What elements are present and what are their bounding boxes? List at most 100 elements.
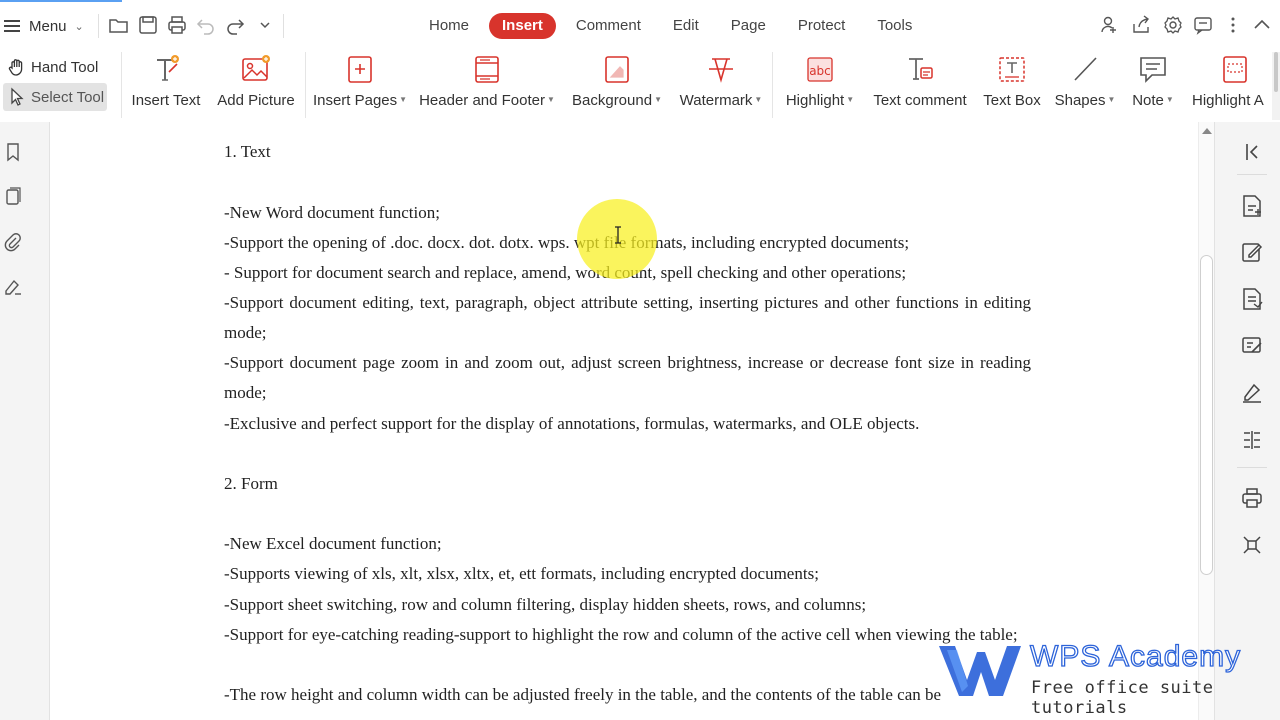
shapes-label: Shapes ▼ xyxy=(1054,92,1116,109)
insert-pages-label: Insert Pages ▼ xyxy=(312,92,408,109)
hand-tool-button[interactable]: Hand Tool xyxy=(3,53,107,81)
compare-icon[interactable] xyxy=(1240,428,1264,452)
redo-icon[interactable] xyxy=(224,14,246,36)
window-tab-indicator xyxy=(0,0,122,2)
tab-edit[interactable]: Edit xyxy=(657,13,715,39)
divider xyxy=(1237,467,1267,468)
doc-line: -Supports viewing of xls, xlt, xlsx, xlt… xyxy=(224,564,819,583)
left-navigation-panel xyxy=(0,122,50,720)
select-tool-button[interactable]: Select Tool xyxy=(3,83,107,111)
scrollbar-thumb[interactable] xyxy=(1200,255,1213,575)
ribbon-tabs: Home Insert Comment Edit Page Protect To… xyxy=(413,13,928,39)
open-folder-icon[interactable] xyxy=(108,14,130,36)
section-heading-text: 1. Text xyxy=(224,142,271,161)
collapse-ribbon-icon[interactable] xyxy=(1252,15,1272,35)
bookmark-icon[interactable] xyxy=(3,142,23,162)
highlight-area-button[interactable]: Highlight A xyxy=(1190,52,1272,122)
doc-line: -The row height and column width can be … xyxy=(224,685,942,704)
add-picture-label: Add Picture xyxy=(217,92,295,109)
pdf-to-word-icon[interactable] xyxy=(1240,194,1264,218)
collapse-panel-icon[interactable] xyxy=(1240,140,1264,164)
insert-text-button[interactable]: Insert Text xyxy=(131,52,201,122)
divider xyxy=(772,52,773,118)
text-box-button[interactable]: Text Box xyxy=(981,52,1043,122)
doc-paragraph: -Support for eye-catching reading-suppor… xyxy=(224,625,1018,644)
export-icon[interactable] xyxy=(1131,15,1151,35)
tab-tools[interactable]: Tools xyxy=(861,13,928,39)
watermark-icon xyxy=(706,54,736,84)
main-menu-button[interactable]: Menu ⌄ xyxy=(4,14,84,38)
document-page[interactable]: 1. Text -New Word document function; -Su… xyxy=(50,122,1198,720)
header-footer-button[interactable]: Header and Footer ▼ xyxy=(417,52,557,122)
thumbnails-icon[interactable] xyxy=(3,187,23,207)
dropdown-caret-icon: ▼ xyxy=(547,95,555,104)
select-tool-label: Select Tool xyxy=(31,88,105,106)
watermark-label: Watermark ▼ xyxy=(679,92,763,109)
dropdown-caret-icon: ▼ xyxy=(1165,95,1174,104)
attachment-icon[interactable] xyxy=(3,232,23,252)
header-footer-icon xyxy=(472,54,502,84)
tab-page[interactable]: Page xyxy=(715,13,782,39)
more-icon[interactable] xyxy=(1223,15,1243,35)
watermark-button[interactable]: Watermark ▼ xyxy=(677,52,765,122)
add-picture-button[interactable]: Add Picture xyxy=(214,52,298,122)
top-menu-bar: Menu ⌄ Home Insert Comment Edit Page Pro… xyxy=(0,0,1280,52)
wps-academy-title: WPS Academy xyxy=(1029,639,1242,673)
share-user-icon[interactable] xyxy=(1099,15,1119,35)
wps-academy-logo xyxy=(939,646,1021,696)
divider xyxy=(1237,174,1267,175)
dropdown-caret-icon: ▼ xyxy=(399,95,408,104)
shapes-button[interactable]: Shapes ▼ xyxy=(1054,52,1116,122)
chevron-down-icon: ⌄ xyxy=(74,20,84,33)
dropdown-caret-icon: ▼ xyxy=(846,95,855,104)
text-comment-icon xyxy=(905,54,935,84)
hand-icon xyxy=(8,59,23,76)
note-button[interactable]: Note ▼ xyxy=(1129,52,1177,122)
highlight-label: Highlight ▼ xyxy=(785,92,855,109)
annotate-icon[interactable] xyxy=(1240,334,1264,358)
save-icon[interactable] xyxy=(137,14,159,36)
dropdown-caret-icon: ▼ xyxy=(754,95,763,104)
background-button[interactable]: Background ▼ xyxy=(570,52,664,122)
signature-icon[interactable] xyxy=(3,277,23,297)
dropdown-caret-icon: ▼ xyxy=(1107,95,1116,104)
text-comment-button[interactable]: Text comment xyxy=(870,52,970,122)
text-cursor-icon xyxy=(615,226,621,244)
highlight-button[interactable]: abc Highlight ▼ xyxy=(781,52,859,122)
doc-line: -Support sheet switching, row and column… xyxy=(224,595,867,614)
print-icon[interactable] xyxy=(166,14,188,36)
chat-icon[interactable] xyxy=(1193,15,1213,35)
tab-home[interactable]: Home xyxy=(413,13,485,39)
text-box-label: Text Box xyxy=(983,92,1041,109)
pdf-convert-icon[interactable] xyxy=(1240,287,1264,311)
divider xyxy=(121,52,122,118)
compress-icon[interactable] xyxy=(1240,533,1264,557)
undo-icon[interactable] xyxy=(195,14,217,36)
customize-dropdown-icon[interactable] xyxy=(254,14,276,36)
shapes-icon xyxy=(1070,54,1100,84)
tab-comment[interactable]: Comment xyxy=(560,13,657,39)
right-tools-panel xyxy=(1214,122,1280,720)
settings-gear-icon[interactable] xyxy=(1163,15,1183,35)
insert-ribbon: Hand Tool Select Tool Insert Text Add Pi… xyxy=(0,52,1280,122)
print-icon[interactable] xyxy=(1240,486,1264,510)
text-comment-label: Text comment xyxy=(873,92,967,109)
hamburger-icon xyxy=(4,20,20,32)
text-box-icon xyxy=(997,54,1027,84)
edit-pdf-icon[interactable] xyxy=(1240,240,1264,264)
header-footer-label: Header and Footer ▼ xyxy=(419,92,555,109)
main-menu-label: Menu xyxy=(29,17,67,35)
note-icon xyxy=(1138,54,1168,84)
insert-pages-icon xyxy=(345,54,375,84)
tab-protect[interactable]: Protect xyxy=(782,13,862,39)
svg-text:abc: abc xyxy=(809,64,831,78)
tab-insert[interactable]: Insert xyxy=(489,13,556,39)
section-heading-form: 2. Form xyxy=(224,474,278,493)
ribbon-scrollbar[interactable] xyxy=(1272,52,1280,120)
scroll-up-icon[interactable] xyxy=(1202,128,1212,134)
note-label: Note ▼ xyxy=(1132,92,1174,109)
insert-pages-button[interactable]: Insert Pages ▼ xyxy=(312,52,408,122)
divider xyxy=(283,14,284,38)
document-scrollbar[interactable] xyxy=(1198,122,1214,720)
sign-icon[interactable] xyxy=(1240,380,1264,404)
